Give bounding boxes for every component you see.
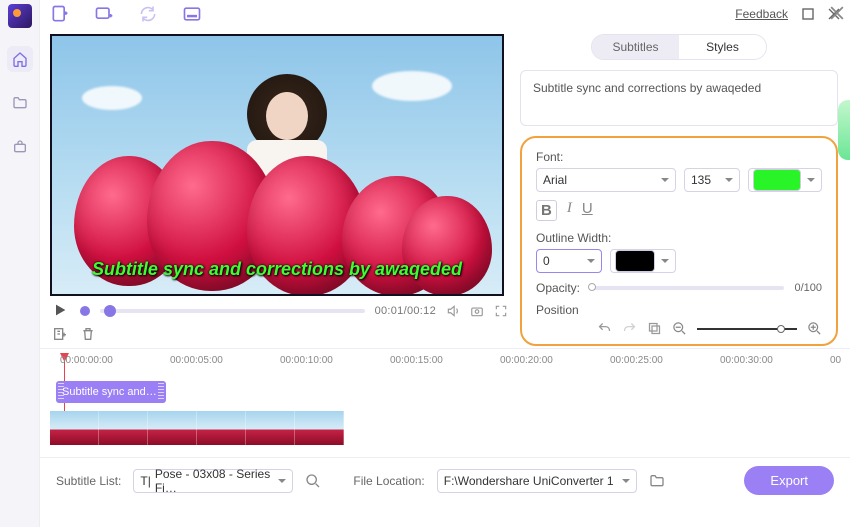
font-color-swatch (753, 169, 801, 191)
export-button[interactable]: Export (744, 466, 834, 495)
outline-color-select[interactable] (610, 249, 676, 273)
tick: 00:00:10:00 (280, 355, 333, 366)
zoom-out-icon[interactable] (672, 321, 687, 336)
play-button[interactable] (52, 302, 70, 320)
add-file-icon[interactable] (50, 4, 70, 24)
browse-folder-icon[interactable] (649, 473, 665, 489)
timeline-ruler[interactable]: 00:00:00:00 00:00:05:00 00:00:10:00 00:0… (50, 355, 840, 375)
tick: 00:00:00:00 (60, 355, 113, 366)
outline-color-swatch (615, 250, 655, 272)
transport-bar: 00:01/00:12 (50, 296, 510, 326)
time-display: 00:01/00:12 (375, 305, 436, 317)
tab-styles[interactable]: Styles (679, 35, 766, 59)
bold-button[interactable]: B (536, 200, 557, 221)
refresh-icon[interactable] (138, 4, 158, 24)
underline-button[interactable]: U (582, 200, 593, 221)
preview-column: Subtitle sync and corrections by awaqede… (50, 34, 510, 346)
rail-toolbox[interactable] (7, 134, 33, 160)
feedback-link[interactable]: Feedback (735, 7, 788, 21)
font-size-select[interactable]: 135 (684, 168, 740, 192)
fullscreen-icon[interactable] (494, 304, 508, 318)
subtitle-list-select[interactable]: T|Pose - 03x08 - Series Fi… (133, 469, 293, 493)
clip-label: Subtitle sync and… (62, 386, 157, 398)
search-subtitle-icon[interactable] (305, 473, 321, 489)
tick: 00:00:15:00 (390, 355, 443, 366)
panel-tabs: Subtitles Styles (591, 34, 767, 60)
undo-icon[interactable] (597, 321, 612, 336)
maximize-icon[interactable] (802, 8, 814, 20)
tick: 00 (830, 355, 841, 366)
close-panel-icon[interactable] (830, 6, 844, 20)
seek-bar[interactable] (100, 309, 365, 313)
add-media-icon[interactable] (94, 4, 114, 24)
snapshot-icon[interactable] (470, 304, 484, 318)
main-area: Feedback Subtitle sync and corrections b… (40, 0, 850, 527)
app-logo (8, 4, 32, 28)
subtitle-clip[interactable]: Subtitle sync and… (56, 381, 166, 403)
timeline: 00:00:00:00 00:00:05:00 00:00:10:00 00:0… (40, 348, 850, 447)
tick: 00:00:05:00 (170, 355, 223, 366)
clip-handle-left[interactable] (58, 383, 64, 401)
outline-width-select[interactable]: 0 (536, 249, 602, 273)
video-preview[interactable]: Subtitle sync and corrections by awaqede… (50, 34, 504, 296)
volume-icon[interactable] (446, 304, 460, 318)
font-family-select[interactable]: Arial (536, 168, 676, 192)
clip-handle-right[interactable] (158, 383, 164, 401)
outline-label: Outline Width: (536, 231, 822, 245)
copy-style-icon[interactable] (647, 321, 662, 336)
rail-home[interactable] (7, 46, 33, 72)
file-location-label: File Location: (353, 474, 424, 488)
position-label: Position (536, 303, 822, 317)
delete-icon[interactable] (80, 326, 96, 342)
rail-folder[interactable] (7, 90, 33, 116)
video-track[interactable] (50, 411, 840, 447)
opacity-slider[interactable] (590, 286, 784, 290)
opacity-value: 0/100 (794, 282, 822, 294)
redo-icon[interactable] (622, 321, 637, 336)
topbar: Feedback (40, 0, 850, 28)
subtitle-track[interactable]: Subtitle sync and… (50, 379, 840, 405)
font-label: Font: (536, 150, 822, 164)
italic-button[interactable]: I (567, 200, 572, 221)
zoom-slider[interactable] (697, 328, 797, 330)
style-panel: Subtitles Styles Subtitle sync and corre… (520, 34, 840, 346)
style-config-box: Font: Arial 135 B I U Outline Width: 0 (520, 136, 838, 346)
tab-subtitles[interactable]: Subtitles (592, 35, 679, 59)
caption-icon[interactable] (182, 4, 202, 24)
tick: 00:00:25:00 (610, 355, 663, 366)
subtitle-list-label: Subtitle List: (56, 474, 121, 488)
seek-start-dot (80, 306, 90, 316)
left-rail (0, 0, 40, 527)
tick: 00:00:20:00 (500, 355, 553, 366)
opacity-label: Opacity: (536, 281, 580, 295)
subtitle-text-input[interactable]: Subtitle sync and corrections by awaqede… (520, 70, 838, 126)
bottom-bar: Subtitle List: T|Pose - 03x08 - Series F… (40, 457, 850, 503)
subtitle-overlay: Subtitle sync and corrections by awaqede… (92, 259, 462, 280)
add-subtitle-icon[interactable] (52, 326, 68, 342)
zoom-in-icon[interactable] (807, 321, 822, 336)
file-location-input[interactable]: F:\Wondershare UniConverter 1 (437, 469, 637, 493)
panel-side-actions (830, 6, 844, 20)
tick: 00:00:30:00 (720, 355, 773, 366)
font-color-select[interactable] (748, 168, 822, 192)
